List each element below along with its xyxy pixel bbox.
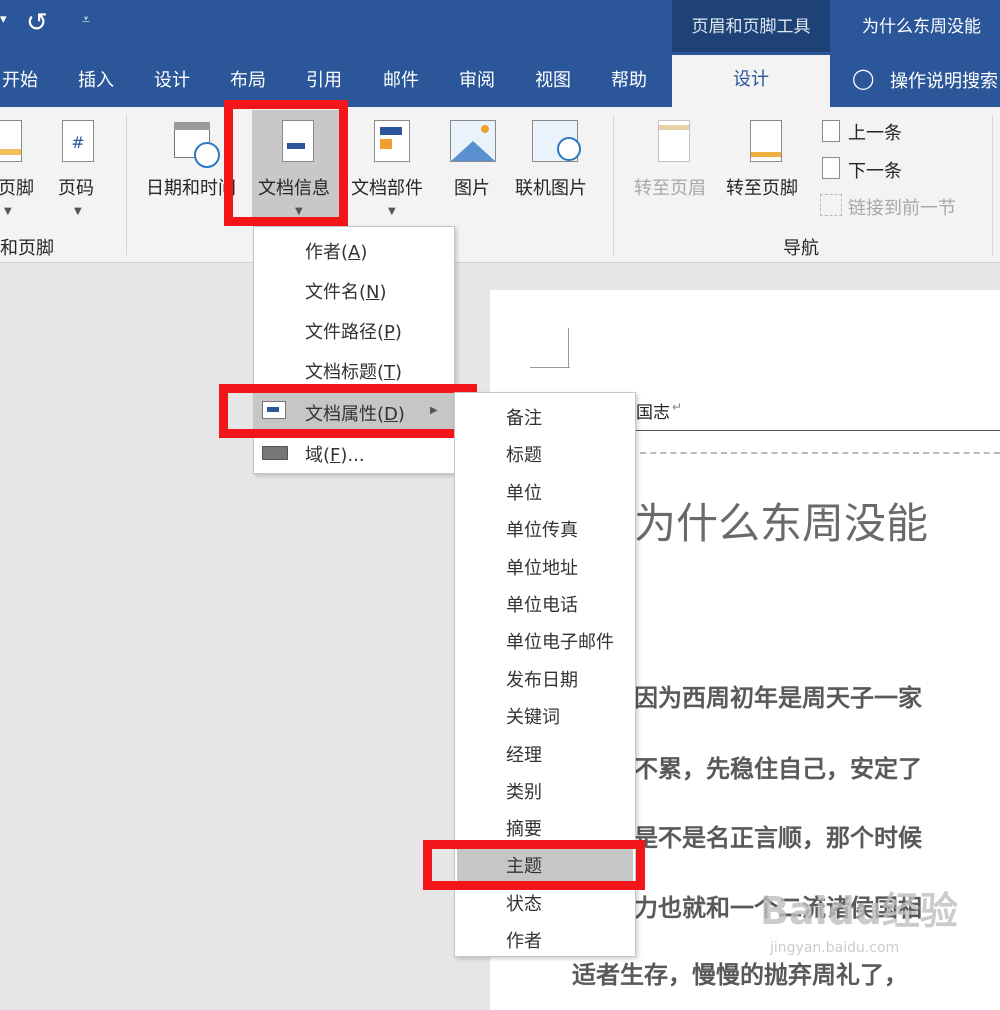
submenu-item-company[interactable]: 单位 [506,479,542,505]
body-line[interactable]: 适者生存，慢慢的抛弃周礼了， [572,955,908,990]
title-bar [0,0,1000,52]
next-icon [822,157,840,179]
ribbon-tab-row [0,52,1000,107]
docparts-caret[interactable]: ▼ [388,206,396,217]
submenu-item-company-email[interactable]: 单位电子邮件 [506,628,614,654]
goto-header-icon [658,120,690,162]
submenu-item-abstract[interactable]: 摘要 [506,815,542,841]
link-previous-button[interactable]: 链接到前一节 [848,194,956,220]
menu-item-label: 文件路径 [305,322,377,343]
tab-mailings[interactable]: 邮件 [383,66,419,92]
page-number-caret[interactable]: ▼ [74,206,82,217]
tab-view[interactable]: 视图 [535,66,571,92]
field-icon [262,446,288,460]
qat-dropdown-icon[interactable]: ▾ [0,12,7,27]
context-group-label: 页眉和页脚工具 [691,17,811,37]
tell-me-search[interactable]: 操作说明搜索 [890,67,998,93]
footer-button[interactable]: 页脚 [0,174,34,200]
footer-icon [0,120,22,162]
submenu-item-company-phone[interactable]: 单位电话 [506,591,578,617]
previous-icon [822,120,840,142]
ribbon-separator [992,115,993,255]
submenu-item-keywords[interactable]: 关键词 [506,703,560,729]
online-picture-button[interactable]: 联机图片 [515,174,587,200]
red-highlight-doc-properties [219,384,477,438]
tab-layout[interactable]: 布局 [230,66,266,92]
previous-button[interactable]: 上一条 [848,119,902,145]
header-boundary-dashed [630,452,1000,454]
accelerator-key: P [384,322,395,343]
footer-caret[interactable]: ▼ [4,206,12,217]
body-line[interactable]: 是不是名正言顺，那个时候 [634,818,922,853]
menu-item-label: 文档标题 [305,362,377,383]
menu-item-field[interactable]: 域(F)... [305,441,365,467]
body-line[interactable]: 不累，先稳住自己，安定了 [634,749,922,784]
ribbon-separator [613,115,614,255]
datetime-button[interactable]: 日期和时间 [146,174,236,200]
accelerator-key: A [348,242,361,263]
tab-design-label: 设计 [733,69,769,90]
goto-footer-button[interactable]: 转至页脚 [726,174,798,200]
body-line[interactable]: 因为西周初年是周天子一家 [634,678,922,713]
menu-item-doc-title[interactable]: 文档标题(T) [305,358,402,384]
submenu-item-title[interactable]: 标题 [506,441,542,467]
goto-footer-icon [750,120,782,162]
document-heading[interactable]: 为什么东周没能 [634,490,928,551]
accelerator-key: F [330,445,341,466]
ellipsis: ... [347,445,365,466]
accelerator-key: N [366,282,380,303]
customize-qat-icon[interactable]: ⩡ [82,12,90,28]
tab-insert[interactable]: 插入 [78,66,114,92]
online-picture-icon [532,120,581,162]
menu-item-label: 域 [305,445,323,466]
submenu-item-company-address[interactable]: 单位地址 [506,554,578,580]
undo-icon[interactable]: ↺ [26,8,48,38]
baidu-watermark: Baidu经验 [760,889,958,933]
accelerator-key: T [384,362,396,383]
submenu-item-category[interactable]: 类别 [506,778,542,804]
document-title: 为什么东周没能 [862,17,981,37]
margin-corner-mark [568,328,569,368]
link-previous-icon [820,194,842,216]
submenu-item-company-fax[interactable]: 单位传真 [506,516,578,542]
red-highlight-subject [423,840,645,890]
menu-item-filepath[interactable]: 文件路径(P) [305,318,402,344]
tab-header-footer-design[interactable]: 设计 [672,55,830,107]
menu-item-author[interactable]: 作者(A) [305,238,367,264]
group-header-footer-label: 和页脚 [0,238,54,259]
submenu-item-comments[interactable]: 备注 [506,404,542,430]
menu-item-label: 文件名 [305,282,359,303]
ribbon-separator [126,115,127,255]
docparts-button[interactable]: 文档部件 [351,174,423,200]
submenu-item-status[interactable]: 状态 [506,890,542,916]
tab-home[interactable]: 开始 [2,66,38,92]
paragraph-mark: ↵ [672,400,683,414]
group-navigation-label: 导航 [783,238,819,259]
red-highlight-docinfo [224,100,348,226]
page-number-button[interactable]: 页码 [58,174,94,200]
document-parts-icon [374,120,410,162]
picture-button[interactable]: 图片 [454,174,490,200]
goto-header-button[interactable]: 转至页眉 [634,174,706,200]
menu-item-filename[interactable]: 文件名(N) [305,278,387,304]
page-number-icon: # [62,120,94,162]
picture-icon [450,120,496,162]
tab-review[interactable]: 审阅 [459,66,495,92]
tab-references[interactable]: 引用 [306,66,342,92]
submenu-item-manager[interactable]: 经理 [506,741,542,767]
calendar-clock-icon [174,122,220,168]
tab-help[interactable]: 帮助 [611,66,647,92]
submenu-item-publish-date[interactable]: 发布日期 [506,666,578,692]
header-text[interactable]: 国志 [636,398,670,423]
baidu-watermark-url: jingyan.baidu.com [770,940,900,956]
tab-design[interactable]: 设计 [154,66,190,92]
lightbulb-icon: ◯ [852,66,875,90]
header-border-line [630,430,1000,431]
menu-item-label: 作者 [305,242,341,263]
submenu-item-author[interactable]: 作者 [506,927,542,953]
margin-corner-mark [530,367,570,368]
next-button[interactable]: 下一条 [848,157,902,183]
